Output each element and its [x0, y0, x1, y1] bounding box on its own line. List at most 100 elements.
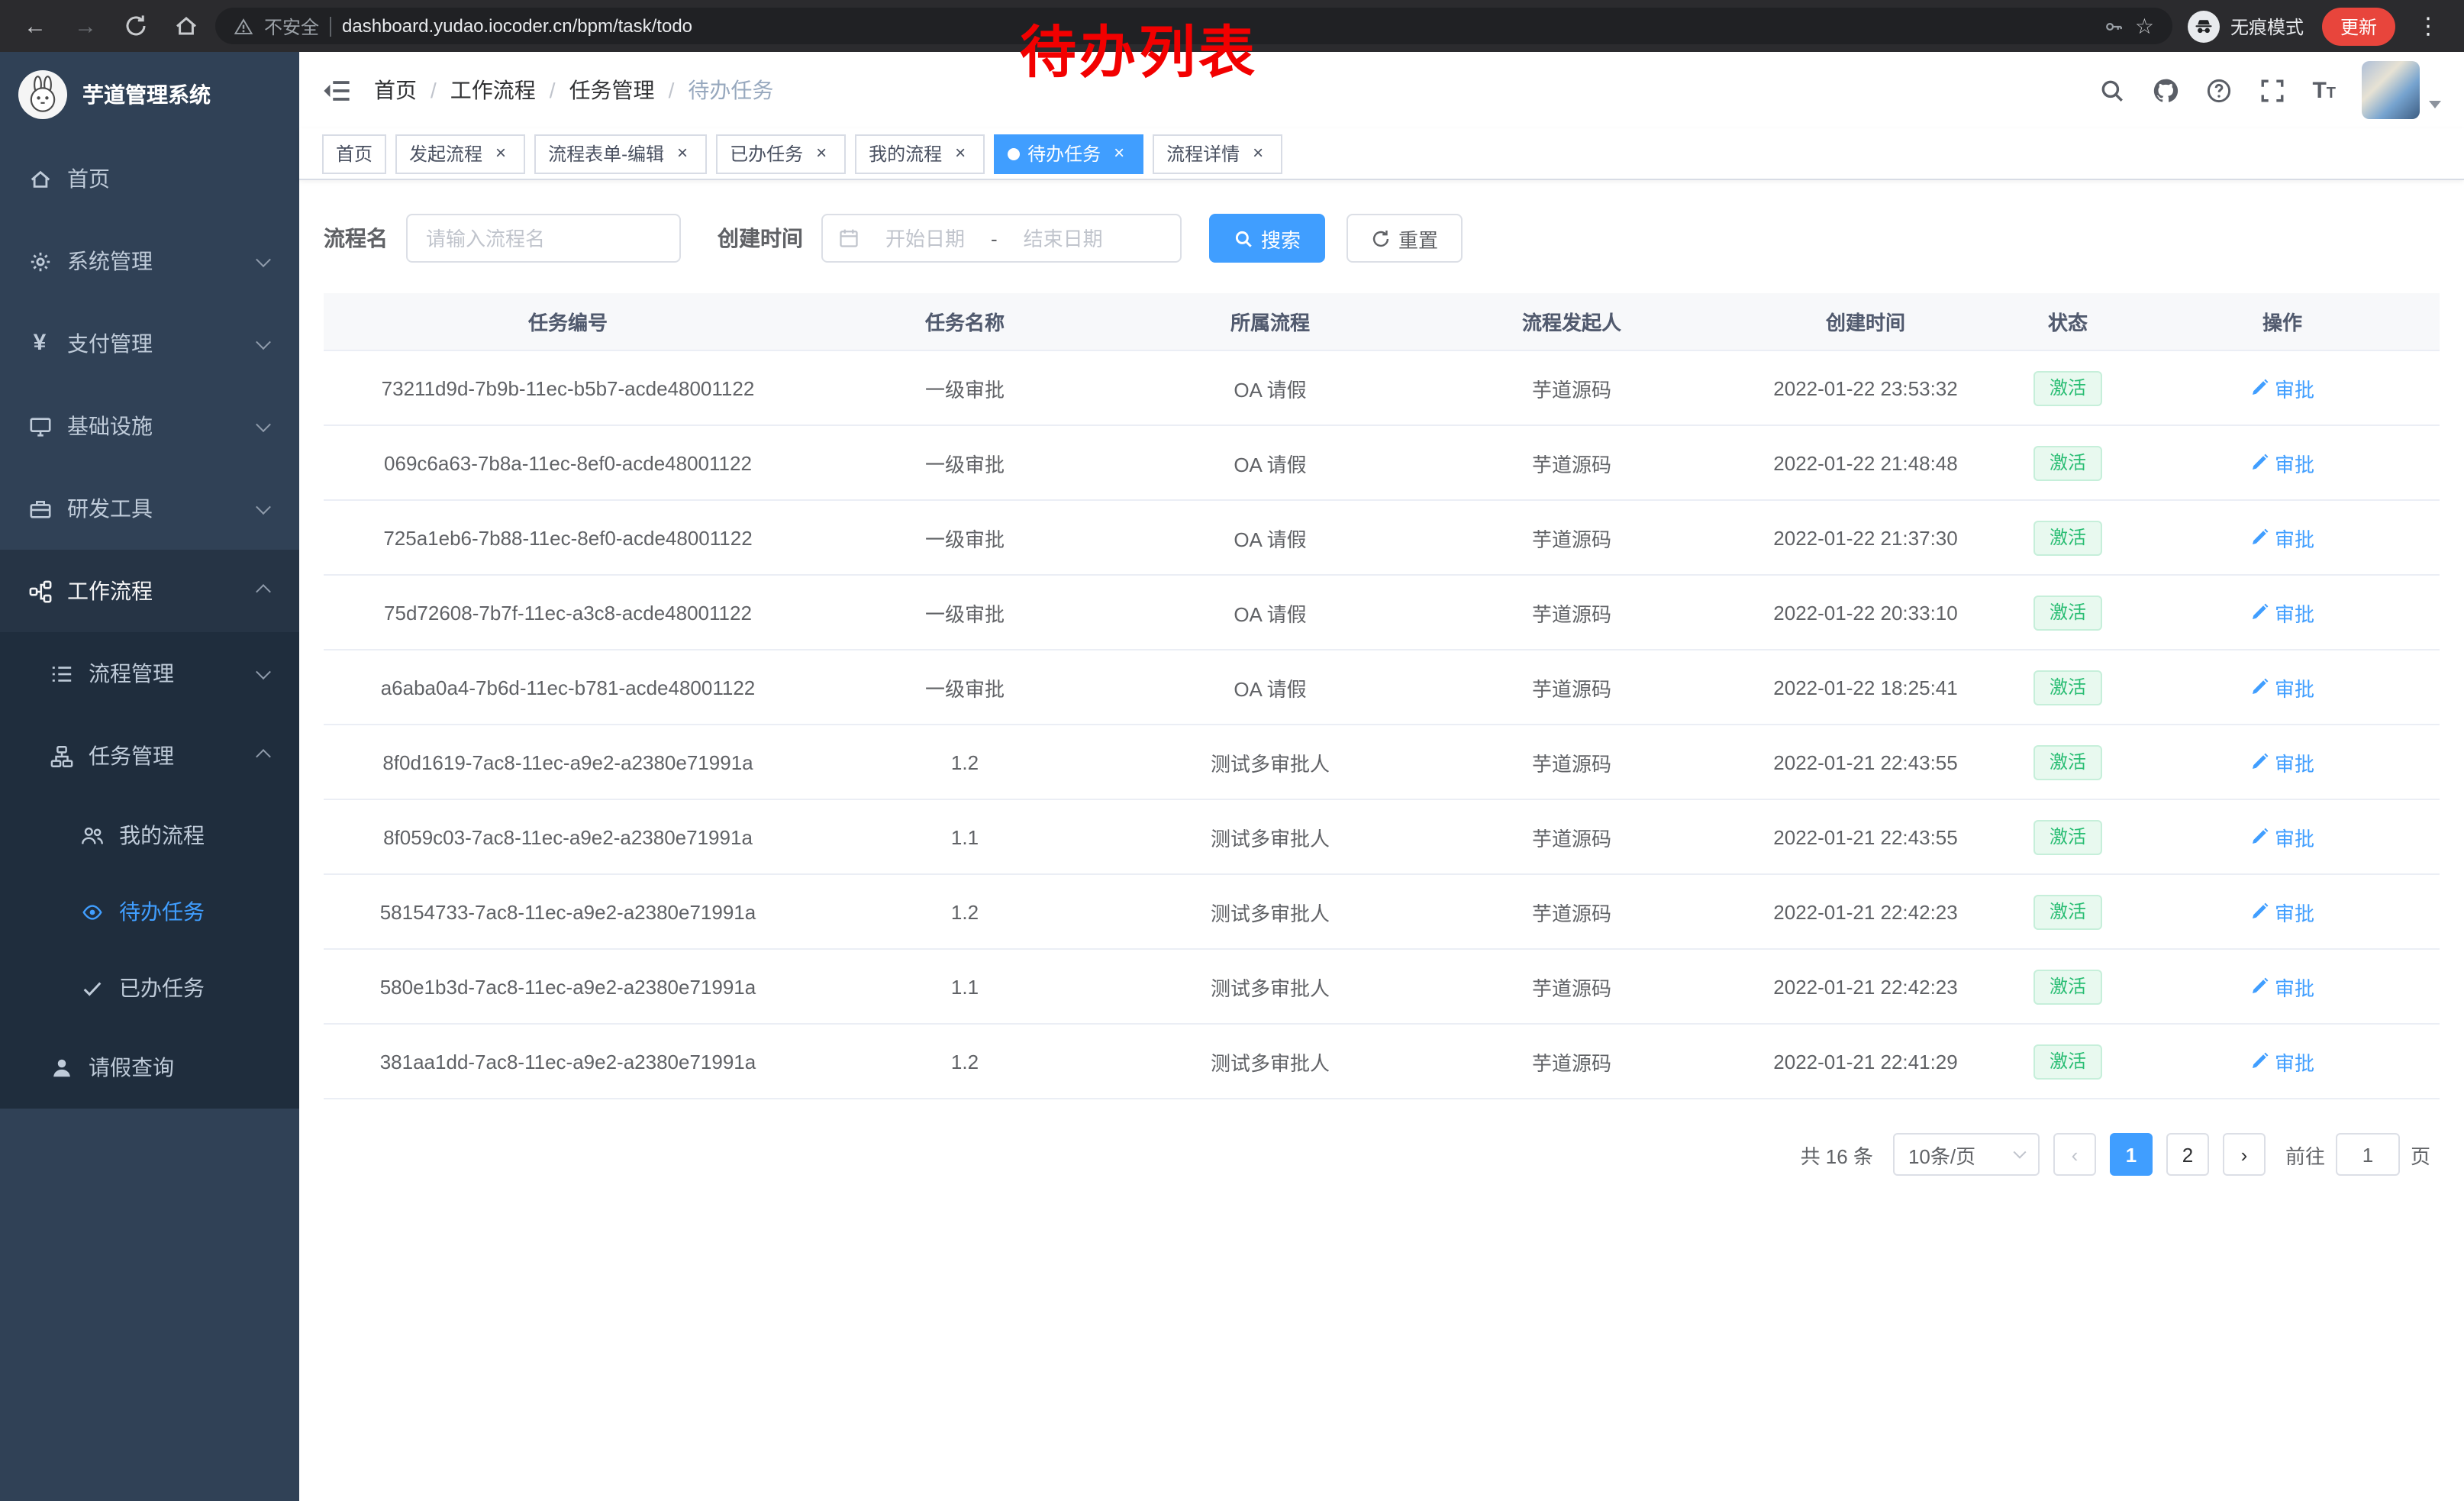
cell-initiator: 芋道源码 [1423, 897, 1721, 926]
sidebar-item-my-process[interactable]: 我的流程 [0, 797, 299, 873]
bookmark-star-icon[interactable]: ☆ [2135, 13, 2154, 39]
search-button[interactable]: 搜索 [1209, 214, 1325, 263]
cell-task-name: 1.2 [812, 900, 1118, 923]
status-badge: 激活 [2034, 370, 2101, 405]
font-size-icon[interactable]: TT [2312, 77, 2336, 103]
cell-process: 测试多审批人 [1118, 747, 1423, 776]
sidebar-item-task-management[interactable]: 任务管理 [0, 715, 299, 797]
tab-my-process[interactable]: 我的流程× [855, 134, 985, 173]
next-page-button[interactable]: › [2223, 1133, 2266, 1176]
process-name-input[interactable] [406, 214, 681, 263]
cell-task-name: 一级审批 [812, 373, 1118, 402]
date-range-picker[interactable]: - [821, 214, 1182, 263]
approve-button[interactable]: 审批 [2250, 822, 2314, 851]
sidebar-item-system[interactable]: 系统管理 [0, 220, 299, 302]
browser-menu-icon[interactable]: ⋮ [2414, 12, 2443, 40]
goto-page-input[interactable] [2336, 1133, 2400, 1176]
tab-start-process[interactable]: 发起流程× [395, 134, 525, 173]
forward-icon[interactable]: → [72, 12, 99, 40]
table-row: a6aba0a4-7b6d-11ec-b781-acde48001122 一级审… [324, 650, 2440, 725]
page-button-1[interactable]: 1 [2110, 1133, 2153, 1176]
sidebar-item-leave-query[interactable]: 请假查询 [0, 1026, 299, 1109]
app-logo[interactable]: 芋道管理系统 [0, 52, 299, 137]
refresh-icon [1371, 228, 1391, 248]
table-row: 8f059c03-7ac8-11ec-a9e2-a2380e71991a 1.1… [324, 800, 2440, 875]
column-task-id: 任务编号 [324, 307, 812, 336]
toolbox-icon [27, 496, 52, 521]
start-date-input[interactable] [869, 227, 982, 250]
sidebar-item-infrastructure[interactable]: 基础设施 [0, 385, 299, 467]
sidebar-collapse-icon[interactable] [322, 76, 351, 105]
cell-initiator: 芋道源码 [1423, 972, 1721, 1001]
chevron-up-icon [256, 583, 271, 599]
cell-initiator: 芋道源码 [1423, 747, 1721, 776]
approve-button[interactable]: 审批 [2250, 972, 2314, 1001]
yen-icon: ¥ [27, 331, 52, 356]
sidebar-item-devtools[interactable]: 研发工具 [0, 467, 299, 550]
tab-home[interactable]: 首页 [322, 134, 386, 173]
tab-process-detail[interactable]: 流程详情× [1153, 134, 1282, 173]
prev-page-button[interactable]: ‹ [2053, 1133, 2096, 1176]
approve-button[interactable]: 审批 [2250, 523, 2314, 552]
cell-process: 测试多审批人 [1118, 1047, 1423, 1076]
annotation-title: 待办列表 [1020, 6, 1258, 89]
user-menu[interactable] [2362, 61, 2441, 119]
breadcrumb-task-management[interactable]: 任务管理 [569, 75, 655, 105]
sidebar-item-done-tasks[interactable]: 已办任务 [0, 950, 299, 1026]
approve-button[interactable]: 审批 [2250, 448, 2314, 477]
page-button-2[interactable]: 2 [2166, 1133, 2209, 1176]
column-process: 所属流程 [1118, 307, 1423, 336]
column-created: 创建时间 [1721, 307, 2011, 336]
sidebar-item-home[interactable]: 首页 [0, 137, 299, 220]
edit-icon [2250, 528, 2269, 547]
close-icon[interactable]: × [1108, 143, 1130, 164]
close-icon[interactable]: × [811, 143, 832, 164]
github-icon[interactable] [2152, 76, 2179, 104]
key-icon[interactable] [2104, 16, 2124, 36]
home-icon [27, 166, 52, 191]
cell-created: 2022-01-22 21:37:30 [1721, 526, 2011, 549]
incognito-badge: 无痕模式 [2188, 10, 2304, 42]
approve-button[interactable]: 审批 [2250, 673, 2314, 702]
refresh-icon[interactable] [122, 12, 150, 40]
search-icon[interactable] [2098, 76, 2126, 104]
sidebar-item-todo-tasks[interactable]: 待办任务 [0, 873, 299, 950]
close-icon[interactable]: × [672, 143, 693, 164]
cell-task-id: 8f059c03-7ac8-11ec-a9e2-a2380e71991a [324, 825, 812, 848]
reset-button[interactable]: 重置 [1346, 214, 1463, 263]
screen: 待办列表 ← → 不安全 dashboard.yudao.iocoder.cn/… [0, 0, 2464, 1501]
cell-task-name: 1.2 [812, 1050, 1118, 1073]
tab-form-edit[interactable]: 流程表单-编辑× [534, 134, 707, 173]
check-icon [79, 976, 104, 1000]
sidebar-item-workflow[interactable]: 工作流程 [0, 550, 299, 632]
tab-done-tasks[interactable]: 已办任务× [716, 134, 846, 173]
sidebar-menu: 首页 系统管理 ¥ 支付管理 基础设施 [0, 137, 299, 1109]
breadcrumb-workflow[interactable]: 工作流程 [450, 75, 536, 105]
tasks-table: 任务编号 任务名称 所属流程 流程发起人 创建时间 状态 操作 73211d9d… [324, 293, 2440, 1099]
back-icon[interactable]: ← [21, 12, 49, 40]
breadcrumb-home[interactable]: 首页 [374, 75, 417, 105]
sidebar-item-payment[interactable]: ¥ 支付管理 [0, 302, 299, 385]
close-icon[interactable]: × [490, 143, 511, 164]
chevron-down-icon [256, 251, 271, 266]
cell-task-name: 一级审批 [812, 448, 1118, 477]
list-icon [49, 661, 73, 686]
tab-todo-tasks[interactable]: 待办任务× [994, 134, 1143, 173]
close-icon[interactable]: × [950, 143, 971, 164]
approve-button[interactable]: 审批 [2250, 598, 2314, 627]
approve-button[interactable]: 审批 [2250, 1047, 2314, 1076]
cell-process: OA 请假 [1118, 598, 1423, 627]
browser-update-button[interactable]: 更新 [2322, 7, 2395, 45]
cell-initiator: 芋道源码 [1423, 523, 1721, 552]
avatar[interactable] [2362, 61, 2420, 119]
approve-button[interactable]: 审批 [2250, 747, 2314, 776]
approve-button[interactable]: 审批 [2250, 373, 2314, 402]
close-icon[interactable]: × [1247, 143, 1269, 164]
page-size-select[interactable]: 10条/页 [1893, 1133, 2040, 1176]
fullscreen-icon[interactable] [2259, 76, 2286, 104]
help-icon[interactable] [2205, 76, 2233, 104]
sidebar-item-process-management[interactable]: 流程管理 [0, 632, 299, 715]
end-date-input[interactable] [1007, 227, 1120, 250]
approve-button[interactable]: 审批 [2250, 897, 2314, 926]
home-button-icon[interactable] [173, 12, 200, 40]
